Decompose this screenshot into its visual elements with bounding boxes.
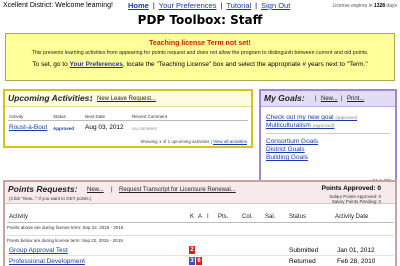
col-k: K [190, 214, 195, 220]
preferences-link[interactable]: Your Preferences [70, 61, 123, 68]
points-status: Submitted [289, 247, 319, 254]
table-divider [8, 120, 248, 121]
license-term-note-below: Points below are during license term: Se… [7, 238, 123, 243]
instruction-prefix: To set, go to [32, 61, 70, 68]
consortium-goals-link[interactable]: Consortium Goals [266, 138, 318, 145]
col-pts: Pts. [218, 214, 229, 220]
nav-separator: | [255, 1, 258, 10]
points-sep: | [111, 187, 113, 193]
col-i: I [207, 214, 209, 220]
section-divider [7, 235, 394, 236]
activity-next-date: Aug 03, 2012 [85, 124, 124, 131]
col-next-date: Next Date [85, 114, 106, 119]
view-all-activities-link[interactable]: View all activities [213, 139, 247, 144]
nav-home[interactable]: Home [128, 1, 149, 10]
table-row[interactable]: Professional Development 3 6 Returned Fe… [7, 257, 394, 266]
activity-status: Approved [53, 126, 75, 131]
building-goals-link[interactable]: Building Goals [266, 154, 308, 161]
col-col: Col. [242, 214, 253, 220]
license-prefix: License expires in [332, 3, 374, 9]
col-activity-date: Activity Date [335, 214, 369, 220]
new-leave-request-link[interactable]: New Leave Request... [97, 96, 156, 102]
goals-sep: | [315, 96, 317, 102]
upcoming-title: Upcoming Activities: [8, 93, 93, 103]
points-activity-date: Jan 01, 2012 [337, 247, 375, 254]
nav-sign-out[interactable]: Sign Out [261, 1, 290, 10]
license-warning-box: Teaching license Term not set! This prev… [5, 33, 395, 81]
upcoming-header: Upcoming Activities: | New Leave Request… [5, 91, 251, 107]
activity-link[interactable]: Roust-a-Bout [9, 124, 47, 131]
nav-tutorial[interactable]: Tutorial [226, 1, 251, 10]
upcoming-sep: | [91, 96, 93, 102]
warning-title: Teaching license Term not set! [6, 40, 394, 47]
goal-item-note: (approved) [335, 115, 358, 120]
col-sal: Sal. [265, 214, 276, 220]
points-status: Returned [289, 258, 316, 265]
top-bar: Xcellent District: Welcome learning! Hom… [0, 0, 400, 12]
license-expiry: License expires in 1328 days [333, 3, 398, 9]
col-status: Status [53, 114, 66, 119]
goals-title: My Goals: [264, 93, 305, 103]
kai-badge: 6 [196, 257, 202, 265]
goal-item[interactable]: Multiculturalism (approved) [266, 122, 334, 129]
points-click-note: (Click "New..." if you want to GET point… [9, 196, 92, 201]
col-activity: Activity [9, 214, 29, 220]
upcoming-activities-panel: Upcoming Activities: | New Leave Request… [3, 89, 253, 148]
row-divider [7, 255, 394, 256]
activity-comment: no comment [132, 126, 157, 131]
goals-sep: | [341, 96, 343, 102]
warning-instruction: To set, go to Your Preferences, locate t… [6, 61, 394, 68]
nav-preferences[interactable]: Your Preferences [159, 1, 217, 10]
goals-header: My Goals: | New... | Print... [261, 91, 395, 107]
goals-divider [266, 133, 390, 134]
license-days: 1328 [373, 3, 386, 9]
points-requests-panel: Points Requests: New... | Request Transc… [3, 180, 397, 266]
points-title: Points Requests: [8, 184, 78, 194]
goal-item-label: Multiculturalism [266, 122, 311, 129]
nav-separator: | [152, 1, 155, 10]
warning-title-text: Teaching license Term not set! [149, 40, 251, 47]
col-activity: Activity [9, 114, 24, 119]
license-suffix: days [385, 3, 397, 9]
district-welcome: Xcellent District: Welcome learning! [3, 2, 113, 9]
district-goals-link[interactable]: District Goals [266, 146, 305, 153]
showing-count: Showing 1 of 1 upcoming activities [140, 139, 210, 144]
col-a: A [198, 214, 203, 220]
salary-points-pending: Salary Points Pending: 0 [331, 199, 381, 204]
nav-separator: | [220, 1, 223, 10]
points-activity-date: Feb 28, 2010 [337, 258, 376, 265]
upcoming-footer: Showing 1 of 1 upcoming activities | Vie… [140, 139, 247, 144]
my-goals-panel: My Goals: | New... | Print... Check out … [259, 89, 397, 189]
request-transcript-link[interactable]: Request Transcript for Licensure Renewal… [119, 187, 236, 193]
new-goal-link[interactable]: New... [321, 96, 338, 102]
goal-item-label: Check out my new goal [266, 114, 334, 121]
print-goals-link[interactable]: Print... [347, 96, 364, 102]
kai-badge: 2 [189, 246, 195, 254]
page-title: PDP Toolbox: Staff [137, 13, 263, 27]
goal-item-note: (approved) [312, 123, 335, 128]
points-header: Points Requests: New... | Request Transc… [5, 182, 395, 204]
kai-badge: 3 [189, 257, 195, 265]
points-activity-link[interactable]: Group Approval Test [9, 247, 68, 254]
points-divider [7, 222, 394, 223]
license-term-note-above: Points above are during license term: Se… [7, 225, 124, 230]
points-approved: Points Approved: 0 [321, 185, 381, 192]
new-points-request-link[interactable]: New... [87, 187, 104, 193]
top-nav: Home | Your Preferences | Tutorial | Sign Out [128, 1, 290, 10]
warning-explanation: This prevents learning activities from a… [31, 50, 369, 56]
instruction-suffix: , locate the "Teaching License" box and … [122, 61, 368, 68]
table-row[interactable]: Group Approval Test 2 Submitted Jan 01, … [7, 246, 394, 255]
col-status: Status [289, 214, 307, 220]
col-recent-comment: Recent Comment [132, 114, 168, 119]
points-activity-link[interactable]: Professional Development [9, 258, 85, 265]
goal-item[interactable]: Check out my new goal (approved) [266, 114, 357, 121]
